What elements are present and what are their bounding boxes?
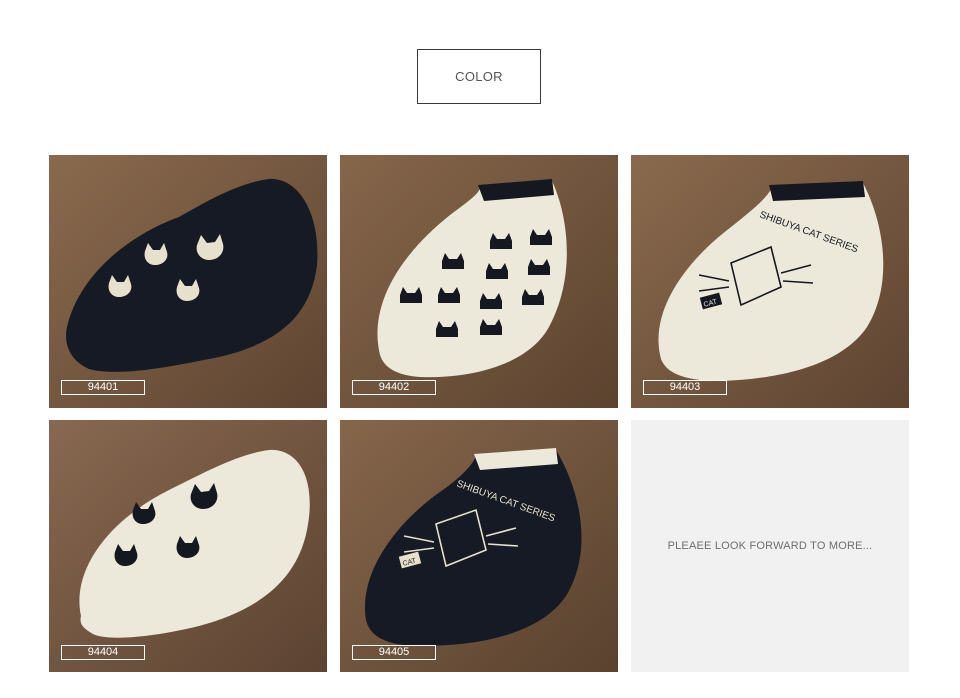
sock-photo: CAT SHIBUYA CAT SERIES (340, 420, 618, 672)
color-section-title: COLOR (417, 49, 541, 104)
product-code-label: 94405 (352, 645, 436, 660)
sock-photo (49, 155, 327, 408)
product-tile-94402[interactable]: 94402 (340, 155, 618, 408)
product-code-label: 94402 (352, 380, 436, 395)
sock-photo: CAT SHIBUYA CAT SERIES (631, 155, 909, 408)
product-code-label: 94401 (61, 380, 145, 395)
product-tile-94404[interactable]: 94404 (49, 420, 327, 672)
product-tile-94405[interactable]: CAT SHIBUYA CAT SERIES 94405 (340, 420, 618, 672)
sock-photo (49, 420, 327, 672)
product-code-label: 94404 (61, 645, 145, 660)
product-tile-94401[interactable]: 94401 (49, 155, 327, 408)
product-code-label: 94403 (643, 380, 727, 395)
product-tile-94403[interactable]: CAT SHIBUYA CAT SERIES 94403 (631, 155, 909, 408)
coming-soon-text: PLEAEE LOOK FORWARD TO MORE... (667, 540, 873, 552)
sock-photo (340, 155, 618, 408)
coming-soon-placeholder: PLEAEE LOOK FORWARD TO MORE... (631, 420, 909, 672)
